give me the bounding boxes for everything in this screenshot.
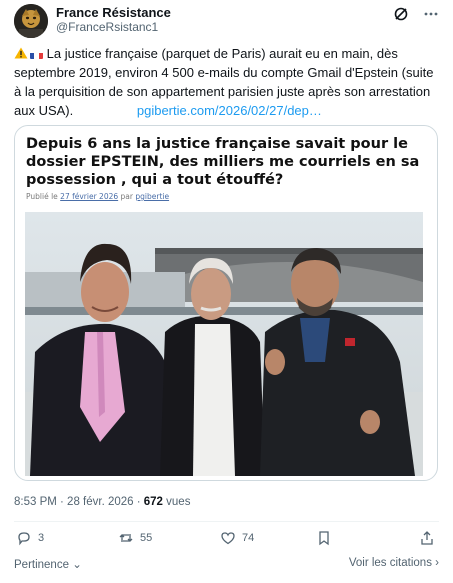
views-label: vues (162, 496, 191, 508)
france-flag-icon (30, 49, 43, 59)
reply-icon (18, 532, 30, 546)
repost-button[interactable]: 55 (118, 530, 152, 546)
share-button[interactable] (419, 530, 435, 546)
article-link[interactable]: pgibertie.com/2026/02/27/dep… (137, 103, 322, 118)
tweet-time[interactable]: 8:53 PM · 28 févr. 2026 · (14, 496, 144, 508)
avatar-image (14, 4, 48, 38)
divider (14, 521, 439, 522)
repost-count: 55 (140, 532, 153, 544)
reply-count: 3 (38, 532, 45, 544)
like-count: 74 (242, 532, 255, 544)
card-meta-prefix: Publié le (26, 192, 58, 201)
author-display-name[interactable]: France Résistance (56, 5, 171, 20)
link-card[interactable]: Depuis 6 ans la justice française savait… (14, 125, 438, 481)
card-meta: Publié le 27 février 2026 par pgibertie (26, 192, 169, 201)
card-meta-date[interactable]: 27 février 2026 (60, 192, 118, 201)
tweet-header: France Résistance @FranceRsistanc1 (14, 4, 439, 38)
bookmark-icon (319, 531, 329, 546)
chevron-down-icon: ⌄ (72, 559, 82, 571)
card-meta-author[interactable]: pgibertie (135, 192, 169, 201)
card-title: Depuis 6 ans la justice française savait… (26, 136, 420, 188)
relevance-dropdown[interactable]: Pertinence ⌄ (14, 557, 82, 571)
views-count: 672 (143, 496, 163, 508)
slashed-circle-icon[interactable] (393, 6, 409, 22)
card-meta-by: par (120, 192, 133, 201)
bookmark-button[interactable] (316, 530, 332, 546)
repost-icon (119, 534, 133, 542)
more-icon[interactable] (423, 6, 439, 22)
tweet-text: La justice française (parquet de Paris) … (14, 44, 434, 120)
action-bar: 3 55 74 (14, 530, 439, 552)
relevance-label: Pertinence (14, 559, 69, 571)
share-icon (421, 531, 433, 545)
chevron-right-icon: › (435, 557, 439, 569)
warning-icon (14, 45, 28, 59)
author-handle[interactable]: @FranceRsistanc1 (56, 20, 171, 35)
tweet-timestamp: 8:53 PM · 28 févr. 2026 · 672 vues (14, 496, 190, 508)
heart-icon (221, 532, 235, 545)
header-icons (393, 6, 439, 22)
quotes-link[interactable]: Voir les citations › (349, 557, 439, 569)
author-names: France Résistance @FranceRsistanc1 (56, 5, 171, 35)
avatar[interactable] (14, 4, 48, 38)
reply-button[interactable]: 3 (16, 530, 44, 546)
tweet: France Résistance @FranceRsistanc1 La ju… (0, 0, 453, 583)
like-button[interactable]: 74 (220, 530, 254, 546)
tweet-footer: Pertinence ⌄ Voir les citations › (14, 557, 439, 573)
quotes-label: Voir les citations (348, 557, 432, 569)
card-photo (25, 212, 423, 476)
